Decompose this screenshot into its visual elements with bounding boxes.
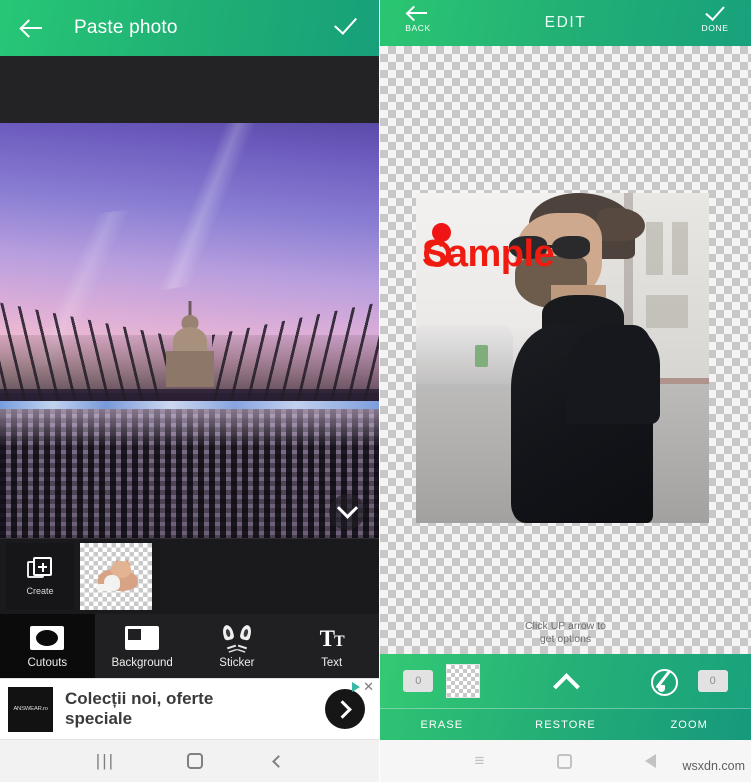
toolbar-labels: ERASE RESTORE ZOOM bbox=[380, 708, 751, 740]
left-phone-screen: Paste photo Create Cutouts Background St… bbox=[0, 0, 380, 782]
erase-controls: 0 bbox=[380, 664, 504, 698]
edit-canvas[interactable]: Sample Click UP arrow to get options bbox=[380, 46, 751, 654]
back-icon[interactable] bbox=[272, 754, 286, 768]
left-system-nav: ||| bbox=[0, 740, 379, 782]
back-arrow-icon[interactable] bbox=[18, 13, 48, 43]
tool-label-cutouts: Cutouts bbox=[27, 657, 68, 669]
right-app-header: BACK EDIT DONE bbox=[380, 0, 751, 46]
ad-banner[interactable]: ANSWEAR.ro Colecții noi, oferte speciale… bbox=[0, 678, 379, 740]
chevron-down-icon[interactable] bbox=[329, 494, 365, 530]
ad-copy: Colecții noi, oferte speciale bbox=[53, 689, 325, 729]
dual-screenshot: Paste photo Create Cutouts Background St… bbox=[0, 0, 751, 782]
create-cutout-button[interactable]: Create bbox=[6, 543, 74, 610]
right-phone-screen: BACK EDIT DONE Sample Click UP arrow to … bbox=[380, 0, 751, 782]
tool-text[interactable]: TT Text bbox=[284, 614, 379, 678]
photo-canvas[interactable] bbox=[0, 123, 379, 538]
green-bin bbox=[474, 344, 488, 367]
zoom-level-badge[interactable]: 0 bbox=[697, 670, 728, 692]
background-icon bbox=[125, 625, 160, 651]
tool-sticker[interactable]: Sticker bbox=[190, 614, 285, 678]
cat-face-sticker-icon bbox=[220, 624, 254, 651]
cutouts-icon bbox=[30, 625, 65, 651]
right-system-nav: ≡ wsxdn.com bbox=[380, 740, 751, 782]
sample-watermark: Sample bbox=[422, 235, 709, 273]
home-square-icon[interactable] bbox=[557, 753, 573, 769]
dark-spacer bbox=[0, 56, 379, 123]
adchoices-icon[interactable] bbox=[352, 682, 361, 692]
site-watermark: wsxdn.com bbox=[682, 759, 745, 773]
edit-toolbar: 0 0 bbox=[380, 654, 751, 708]
ad-cta-chevron-right-icon[interactable] bbox=[325, 689, 365, 729]
cutouts-strip: Create bbox=[0, 538, 379, 614]
editing-photo[interactable]: Sample bbox=[416, 193, 709, 523]
back-label: BACK bbox=[405, 23, 431, 33]
zoom-controls: 0 bbox=[627, 664, 751, 698]
watermark-loop-icon bbox=[424, 240, 451, 267]
tool-cutouts[interactable]: Cutouts bbox=[0, 614, 95, 678]
close-icon[interactable]: ✕ bbox=[363, 680, 374, 693]
ad-choices-group: ✕ bbox=[352, 680, 374, 693]
chevron-up-icon[interactable] bbox=[554, 669, 578, 693]
done-label: DONE bbox=[701, 23, 729, 33]
done-button[interactable]: DONE bbox=[693, 5, 737, 33]
restore-controls bbox=[504, 669, 628, 693]
check-icon bbox=[704, 5, 726, 21]
back-button[interactable]: BACK bbox=[396, 5, 440, 33]
hint-line-2: get options bbox=[539, 632, 592, 645]
hint-line-1: Click UP arrow to bbox=[525, 619, 606, 632]
tab-zoom[interactable]: ZOOM bbox=[627, 719, 751, 731]
hint-text: Click UP arrow to get options bbox=[380, 620, 751, 646]
confirm-check-icon[interactable] bbox=[333, 16, 359, 40]
menu-icon[interactable]: ≡ bbox=[475, 752, 485, 769]
page-title: Paste photo bbox=[74, 17, 178, 38]
ad-advertiser-logo: ANSWEAR.ro bbox=[8, 686, 53, 732]
erase-size-badge[interactable]: 0 bbox=[403, 670, 434, 692]
create-label: Create bbox=[26, 586, 54, 596]
add-layer-icon bbox=[27, 557, 53, 581]
brush-icon[interactable] bbox=[650, 664, 685, 698]
deck-sheen bbox=[0, 409, 379, 447]
back-triangle-icon[interactable] bbox=[645, 754, 657, 768]
cat-graphic bbox=[92, 559, 140, 593]
tab-erase[interactable]: ERASE bbox=[380, 719, 504, 731]
tool-background[interactable]: Background bbox=[95, 614, 190, 678]
page-title: EDIT bbox=[544, 14, 587, 31]
arrow-left-icon bbox=[407, 5, 429, 21]
left-app-header: Paste photo bbox=[0, 0, 379, 56]
transparency-swatch[interactable] bbox=[446, 664, 481, 698]
home-icon[interactable] bbox=[186, 753, 203, 769]
tool-label-sticker: Sticker bbox=[219, 657, 255, 669]
parked-car bbox=[416, 325, 513, 391]
tools-bar: Cutouts Background Sticker TT Text bbox=[0, 614, 379, 678]
tab-restore[interactable]: RESTORE bbox=[504, 719, 628, 731]
tool-label-text: Text bbox=[321, 657, 343, 669]
cat-cutout-thumbnail[interactable] bbox=[80, 543, 152, 610]
text-icon: TT bbox=[319, 625, 345, 651]
recents-icon[interactable]: ||| bbox=[96, 751, 115, 771]
ad-line-1: Colecții noi, oferte bbox=[65, 688, 214, 708]
ad-line-2: speciale bbox=[65, 709, 133, 728]
watermark-text: Sample bbox=[422, 233, 555, 275]
tool-label-background: Background bbox=[111, 657, 173, 669]
ad-logo-text: ANSWEAR.ro bbox=[13, 706, 48, 712]
